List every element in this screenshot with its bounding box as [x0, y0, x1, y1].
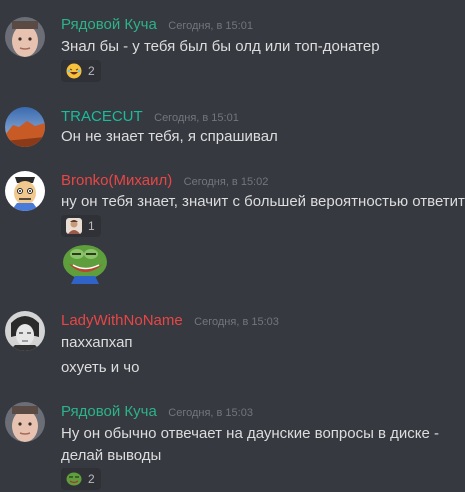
reaction-button[interactable]: 2: [61, 468, 101, 490]
message-text: охуеть и чо: [61, 359, 140, 376]
reaction-count: 2: [88, 64, 95, 78]
reaction-count: 2: [88, 472, 95, 486]
author-name[interactable]: Рядовой Куча: [61, 403, 157, 420]
timestamp: Сегодня, в 15:03: [194, 316, 279, 328]
person-emoji-icon: [66, 218, 82, 234]
timestamp: Сегодня, в 15:03: [168, 407, 253, 419]
avatar[interactable]: [5, 402, 45, 442]
message-text: Знал бы - у тебя был бы олд или топ-дона…: [61, 38, 380, 55]
avatar[interactable]: [5, 171, 45, 211]
author-name[interactable]: TRACECUT: [61, 108, 143, 125]
message-text: Он не знает тебя, я спрашивал: [61, 128, 278, 145]
laughing-emoji-icon: [66, 63, 82, 79]
message-text: ну он тебя знает, значит с большей вероя…: [61, 193, 465, 210]
reaction-button[interactable]: 1: [61, 215, 101, 237]
message-text: паххапхап: [61, 334, 133, 351]
author-name[interactable]: Bronko(Михаил): [61, 172, 172, 189]
message-text: Ну он обычно отвечает на даунские вопрос…: [61, 425, 440, 442]
timestamp: Сегодня, в 15:01: [154, 112, 239, 124]
author-name[interactable]: Рядовой Куча: [61, 16, 157, 33]
author-name[interactable]: LadyWithNoName: [61, 312, 183, 329]
avatar[interactable]: [5, 311, 45, 351]
avatar[interactable]: [5, 17, 45, 57]
reaction-button[interactable]: 2: [61, 60, 101, 82]
timestamp: Сегодня, в 15:01: [168, 20, 253, 32]
pepe-laughing-sticker[interactable]: [61, 242, 111, 289]
timestamp: Сегодня, в 15:02: [183, 176, 269, 188]
pepe-emoji-icon: [66, 471, 82, 487]
reaction-count: 1: [88, 219, 95, 233]
message-text: делай выводы: [61, 447, 162, 464]
avatar[interactable]: [5, 107, 45, 147]
